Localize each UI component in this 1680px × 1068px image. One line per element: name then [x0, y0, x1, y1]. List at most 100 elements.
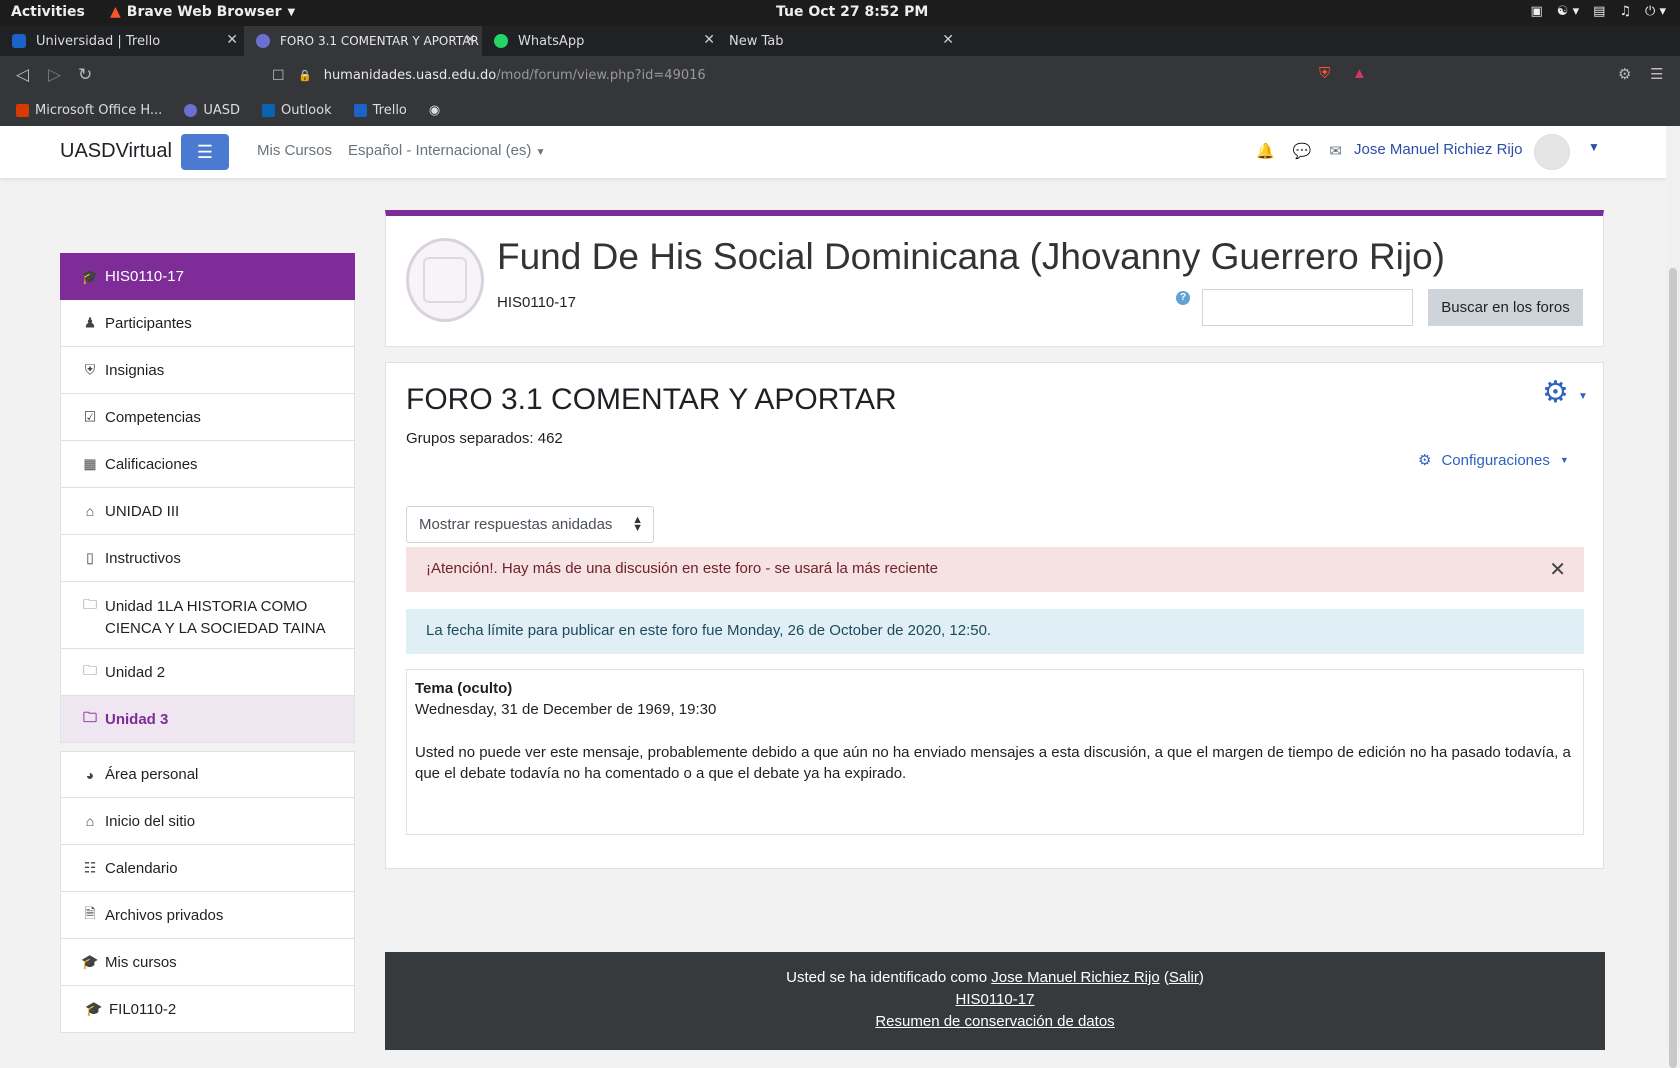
display-mode-select[interactable]: Mostrar respuestas anidadas ▲ ▼ [406, 506, 654, 543]
whatsapp-icon [494, 34, 508, 48]
bookmarks-bar: Microsoft Office H... UASD Outlook Trell… [0, 94, 1680, 126]
forum-post: Tema (oculto) Wednesday, 31 de December … [406, 669, 1584, 835]
logout-link[interactable]: Salir [1169, 969, 1199, 986]
cog-icon: ⚙ [1418, 452, 1432, 469]
system-tray[interactable]: ▣ ☯ ▾ ▤ ♫ ⏻ ▾ [1530, 4, 1666, 19]
volume-icon[interactable]: ♫ [1619, 4, 1631, 19]
tab-forum[interactable]: FORO 3.1 COMENTAR Y APORTAR ✕ [244, 26, 482, 56]
sidebar-item-badges[interactable]: ⛨ Insignias [60, 347, 355, 394]
close-tab-icon[interactable]: ✕ [703, 32, 715, 48]
screen-icon[interactable]: ▣ [1530, 4, 1542, 19]
tab-trello[interactable]: Universidad | Trello ✕ [0, 26, 244, 56]
forum-title: FORO 3.1 COMENTAR Y APORTAR [406, 383, 897, 416]
sidebar-item-dashboard[interactable]: ◕ Área personal [60, 751, 355, 798]
gear-icon[interactable]: ⚙ [1542, 375, 1569, 410]
tab-strip: Universidad | Trello ✕ FORO 3.1 COMENTAR … [0, 26, 1680, 76]
help-icon[interactable]: ? [1176, 291, 1190, 305]
envelope-icon[interactable]: ✉ [1329, 142, 1342, 160]
bookmark-globe[interactable]: ◉ [429, 103, 440, 118]
sidebar-item-instructivos[interactable]: ▯ Instructivos [60, 535, 355, 582]
forward-icon[interactable]: ▷ [48, 65, 61, 85]
logo-emblem [423, 257, 467, 303]
course-link[interactable]: HIS0110-17 [956, 991, 1035, 1008]
page-content: UASDVirtual ☰ Mis Cursos Español - Inter… [0, 126, 1666, 1050]
profile-link[interactable]: Jose Manuel Richiez Rijo [991, 969, 1159, 986]
my-courses-link[interactable]: Mis Cursos [257, 142, 332, 159]
app-menu[interactable]: ▲ Brave Web Browser ▼ [110, 4, 295, 20]
tab-whatsapp[interactable]: WhatsApp ✕ [482, 26, 721, 56]
brave-shields-icon[interactable]: ⛨ [1319, 65, 1330, 82]
address-bar-row: ◁ ▷ ↻ ☐ 🔒 humanidades.uasd.edu.do/mod/fo… [0, 56, 1680, 94]
caret-down-icon[interactable]: ▼ [1588, 140, 1600, 154]
close-tab-icon[interactable]: ✕ [942, 32, 954, 48]
sidebar-item-unidad-2[interactable]: 🗀 Unidad 2 [60, 649, 355, 696]
post-date: Wednesday, 31 de December de 1969, 19:30 [415, 701, 717, 718]
post-subject: Tema (oculto) [415, 680, 513, 697]
scrollbar-thumb[interactable] [1669, 268, 1677, 1068]
table-icon: ▦ [83, 455, 97, 472]
caret-down-icon: ▼ [535, 147, 546, 158]
power-icon[interactable]: ⏻ ▾ [1645, 4, 1666, 19]
url-field[interactable]: 🔒 humanidades.uasd.edu.do/mod/forum/view… [298, 61, 1310, 89]
extensions-icon[interactable]: ⚙ [1618, 65, 1631, 83]
bookmark-office[interactable]: Microsoft Office H... [16, 103, 162, 118]
bookmark-outlook[interactable]: Outlook [262, 103, 332, 118]
scrollbar[interactable] [1666, 126, 1680, 1068]
activities-button[interactable]: Activities [11, 4, 85, 20]
sidebar-item-fil0110[interactable]: 🎓 FIL0110-2 [60, 986, 355, 1033]
reload-icon[interactable]: ↻ [78, 65, 92, 85]
folder-icon: 🗀 [83, 596, 97, 612]
data-retention-link[interactable]: Resumen de conservación de datos [875, 1013, 1114, 1030]
close-tab-icon[interactable]: ✕ [464, 32, 476, 48]
sidebar-item-competencies[interactable]: ☑ Competencias [60, 394, 355, 441]
course-code: HIS0110-17 [497, 294, 576, 311]
network-icon[interactable]: ▤ [1593, 4, 1605, 19]
login-info: Usted se ha identificado como Jose Manue… [786, 969, 1204, 986]
caret-down-icon[interactable]: ▼ [1578, 391, 1588, 402]
page-title: Fund De His Social Dominicana (Jhovanny … [497, 236, 1445, 277]
bookmark-icon[interactable]: ☐ [272, 67, 285, 84]
avatar[interactable] [1534, 134, 1570, 170]
site-navbar: UASDVirtual ☰ Mis Cursos Español - Inter… [0, 126, 1666, 178]
graduation-cap-icon: 🎓 [81, 953, 99, 970]
bell-icon[interactable]: 🔔 [1256, 142, 1275, 160]
settings-menu[interactable]: ⚙ Configuraciones ▼ [1418, 451, 1569, 470]
user-menu-name[interactable]: Jose Manuel Richiez Rijo [1354, 141, 1522, 158]
bookmark-uasd[interactable]: UASD [184, 103, 240, 118]
page-footer: Usted se ha identificado como Jose Manue… [385, 952, 1605, 1050]
folder-icon: 🗀 [83, 709, 97, 725]
clock[interactable]: Tue Oct 27 8:52 PM [776, 4, 928, 20]
chat-icon[interactable]: 💬 [1293, 142, 1312, 160]
course-nav-drawer: 🎓 HIS0110-17 ♟ Participantes ⛨ Insignias ☑ C… [60, 253, 355, 1033]
forum-search-button[interactable]: Buscar en los foros [1428, 289, 1583, 326]
sidebar-item-private-files[interactable]: 🗎 Archivos privados [60, 892, 355, 939]
back-icon[interactable]: ◁ [16, 65, 29, 85]
sidebar-item-participants[interactable]: ♟ Participantes [60, 300, 355, 347]
globe-icon: ◉ [428, 102, 441, 118]
course-logo [406, 238, 484, 322]
groups-label: Grupos separados: 462 [406, 430, 563, 447]
brave-rewards-icon[interactable]: ▲ [1352, 65, 1367, 82]
sidebar-item-site-home[interactable]: ⌂ Inicio del sitio [60, 798, 355, 845]
sidebar-item-unidad-1[interactable]: 🗀 Unidad 1LA HISTORIA COMO CIENCA Y LA SO… [60, 582, 355, 649]
menu-icon[interactable]: ☰ [1650, 65, 1663, 83]
forum-search-input[interactable] [1202, 289, 1413, 326]
drawer-toggle-button[interactable]: ☰ [181, 134, 229, 170]
users-icon: ♟ [83, 314, 97, 331]
site-brand[interactable]: UASDVirtual [60, 140, 172, 163]
sidebar-item-course[interactable]: 🎓 HIS0110-17 [60, 253, 355, 300]
tab-new[interactable]: New Tab ✕ [721, 26, 960, 56]
select-arrows-icon: ▲ ▼ [632, 514, 643, 534]
uasd-icon [256, 34, 270, 48]
language-menu[interactable]: Español - Internacional (es) ▼ [348, 142, 546, 159]
check-square-icon: ☑ [83, 408, 97, 425]
sidebar-item-unidad-iii[interactable]: ⌂ UNIDAD III [60, 488, 355, 535]
sidebar-item-my-courses[interactable]: 🎓 Mis cursos [60, 939, 355, 986]
sidebar-item-unidad-3[interactable]: 🗀 Unidad 3 [60, 696, 355, 743]
sidebar-item-grades[interactable]: ▦ Calificaciones [60, 441, 355, 488]
bookmark-trello[interactable]: Trello [353, 103, 407, 118]
close-tab-icon[interactable]: ✕ [226, 32, 238, 48]
accessibility-icon[interactable]: ☯ ▾ [1557, 4, 1579, 19]
close-icon[interactable]: ✕ [1549, 557, 1566, 582]
sidebar-item-calendar[interactable]: ☷ Calendario [60, 845, 355, 892]
